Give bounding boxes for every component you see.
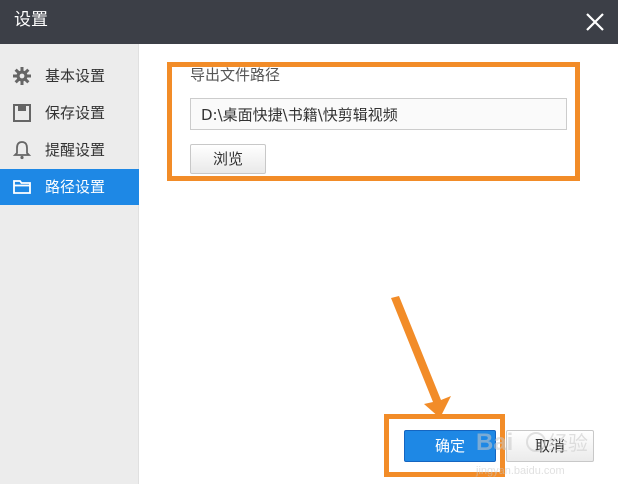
annotation-arrow bbox=[391, 296, 451, 418]
